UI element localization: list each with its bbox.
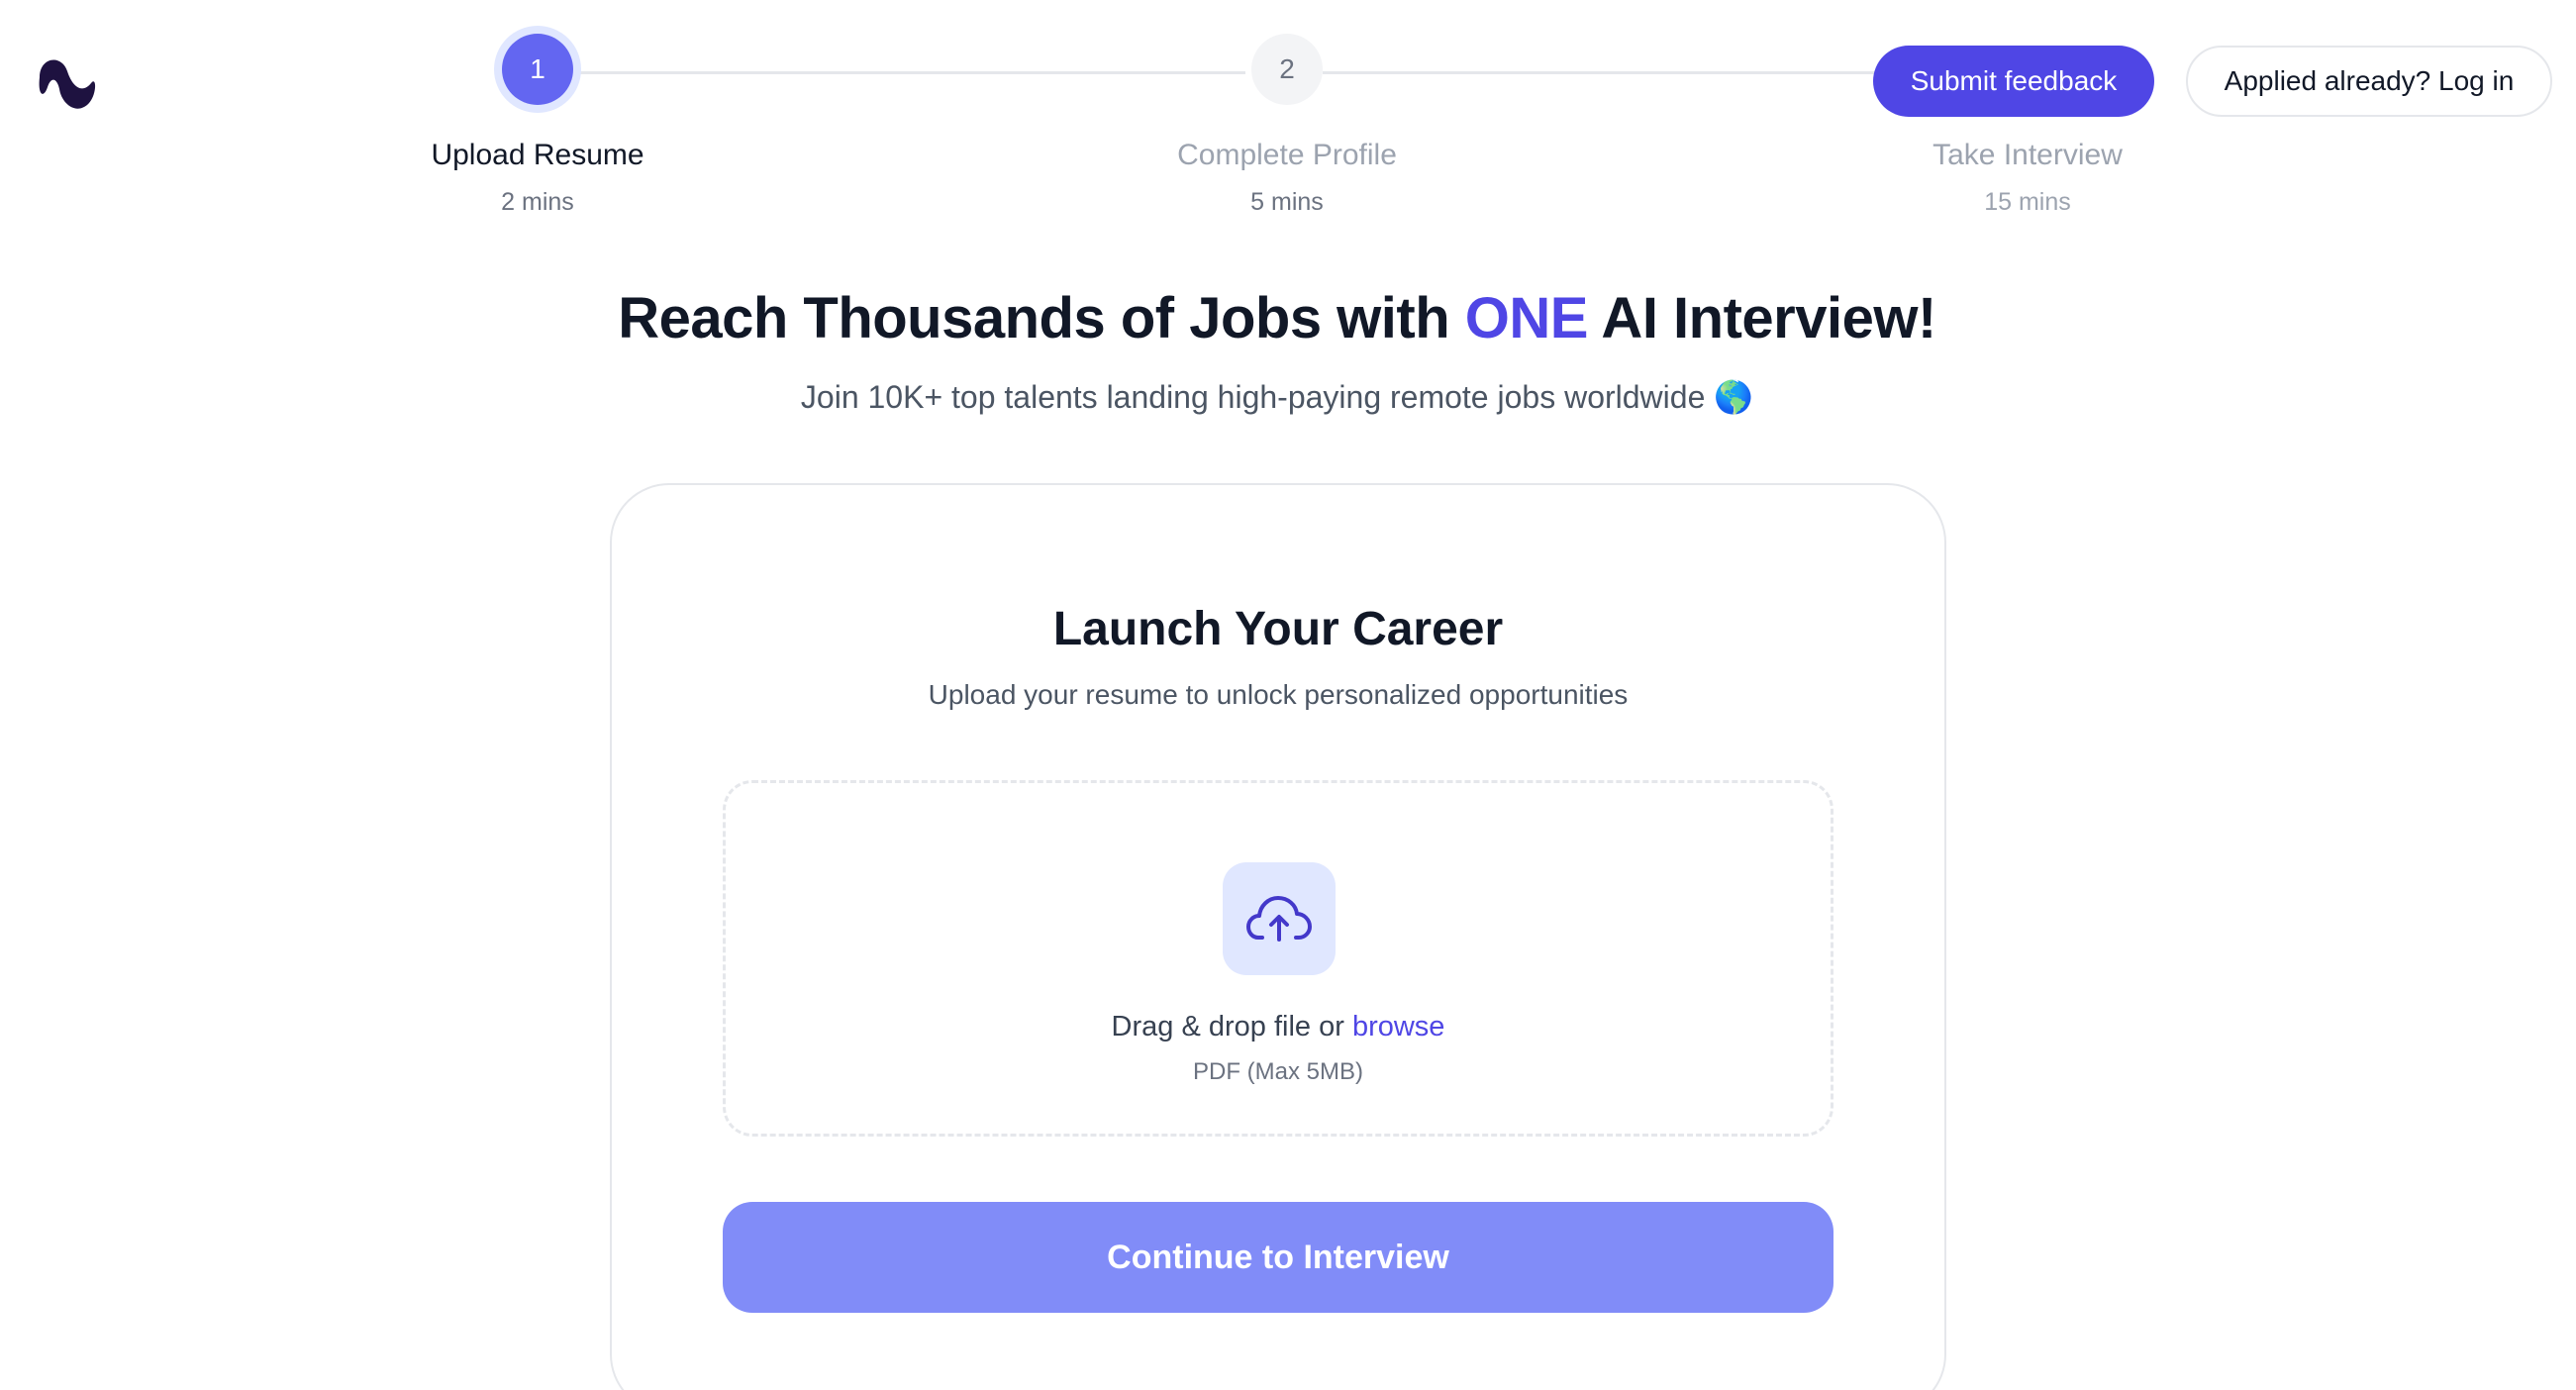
step-label: Take Interview [1932, 139, 2123, 171]
upload-card: Launch Your Career Upload your resume to… [610, 483, 1946, 1390]
title-suffix: AI Interview! [1587, 286, 1936, 350]
step-duration: 15 mins [1984, 188, 2071, 216]
card-subtitle: Upload your resume to unlock personalize… [928, 679, 1629, 710]
continue-to-interview-button[interactable]: Continue to Interview [723, 1202, 1833, 1313]
resume-dropzone[interactable]: Drag & drop file or browse PDF (Max 5MB) [723, 780, 1833, 1137]
step-duration: 2 mins [501, 188, 574, 216]
login-button[interactable]: Applied already? Log in [2186, 46, 2552, 117]
step-number-badge: 1 [502, 34, 573, 105]
step-duration: 5 mins [1250, 188, 1324, 216]
dropzone-text: Drag & drop file or [1111, 1011, 1352, 1042]
title-prefix: Reach Thousands of Jobs with [618, 286, 1465, 350]
cloud-upload-icon [1246, 896, 1312, 942]
step-label: Upload Resume [431, 139, 644, 171]
wave-logo-icon[interactable] [32, 48, 103, 115]
step-complete-profile: 2 Complete Profile 5 mins [1079, 34, 1495, 217]
submit-feedback-button[interactable]: Submit feedback [1873, 46, 2154, 117]
browse-link[interactable]: browse [1352, 1011, 1445, 1042]
upload-icon-tile[interactable] [1223, 862, 1336, 975]
step-label: Complete Profile [1177, 139, 1397, 171]
step-upload-resume: 1 Upload Resume 2 mins [330, 34, 745, 217]
card-title: Launch Your Career [1052, 603, 1504, 655]
page-title: Reach Thousands of Jobs with ONE AI Inte… [0, 285, 2554, 351]
dropzone-file-hint: PDF (Max 5MB) [1192, 1058, 1363, 1085]
title-accent: ONE [1464, 286, 1589, 350]
dropzone-instructions: Drag & drop file or browse [726, 1011, 1831, 1043]
page-subtitle: Join 10K+ top talents landing high-payin… [800, 379, 1754, 415]
step-number-badge: 2 [1251, 34, 1323, 105]
page: 1 Upload Resume 2 mins 2 Complete Profil… [0, 0, 2576, 1390]
